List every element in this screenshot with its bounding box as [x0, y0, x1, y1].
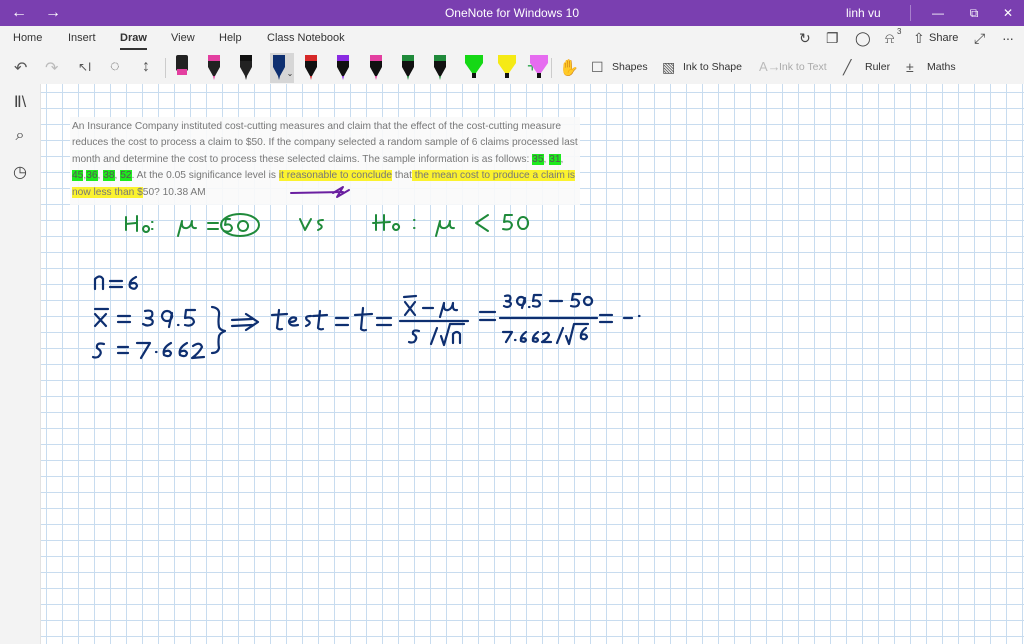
solution-blue-ink [91, 275, 641, 360]
purple-underline-strokes [290, 186, 350, 198]
handwriting-ink [91, 186, 641, 360]
hypotheses-green-ink [125, 213, 530, 237]
